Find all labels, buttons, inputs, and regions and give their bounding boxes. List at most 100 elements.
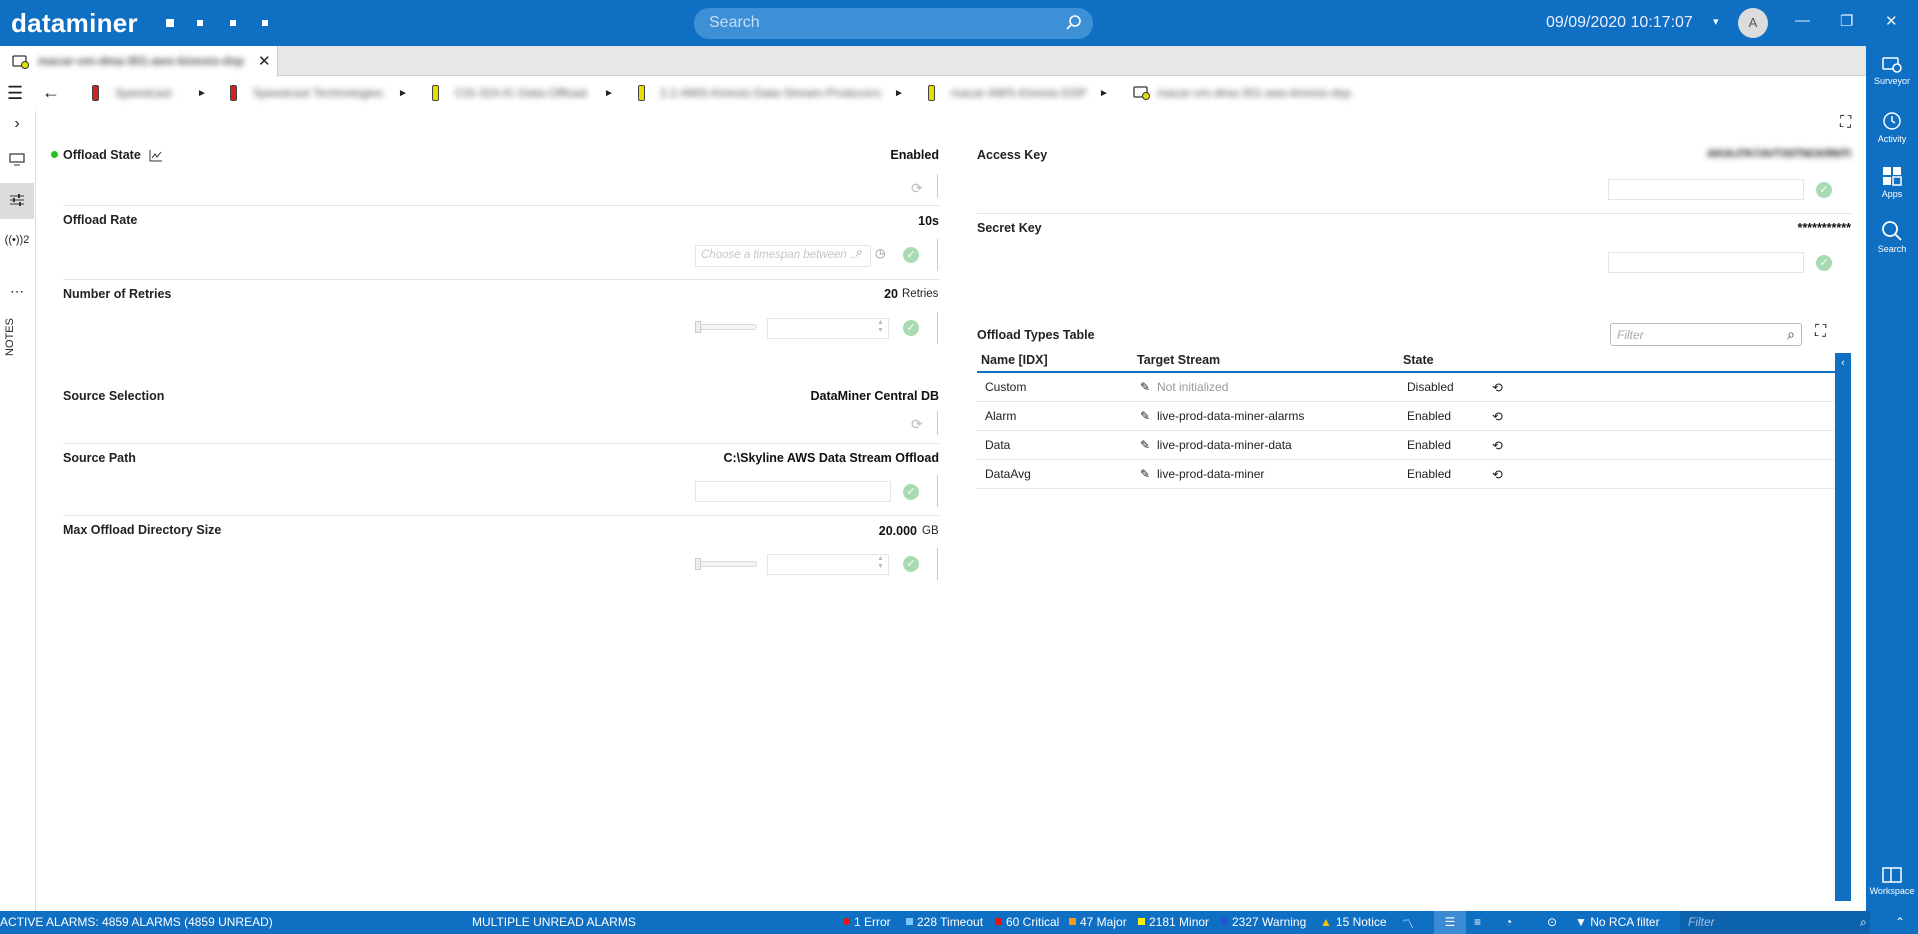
monitor-icon[interactable] bbox=[0, 153, 34, 169]
table-fullscreen-icon[interactable]: ⛶ bbox=[1815, 323, 1826, 341]
alarms-badge-icon[interactable]: ((•))2 bbox=[0, 234, 34, 246]
notes-tab[interactable]: NOTES bbox=[4, 318, 16, 356]
alarm-count-timeout[interactable]: 228 Timeout bbox=[906, 915, 983, 929]
pencil-icon[interactable]: ✎ bbox=[1140, 467, 1150, 481]
refresh-icon[interactable]: ⟳ bbox=[911, 416, 923, 433]
breadcrumb-arrow-icon[interactable]: ► bbox=[398, 88, 408, 99]
breadcrumb-arrow-icon[interactable]: ► bbox=[1099, 88, 1109, 99]
list-view-icon[interactable]: ☰ bbox=[1434, 911, 1466, 934]
search-icon[interactable]: ⌕ bbox=[856, 245, 863, 260]
multiple-unread-text[interactable]: MULTIPLE UNREAD ALARMS bbox=[472, 915, 636, 929]
stepper-icon[interactable]: ▲ ▼ bbox=[877, 555, 884, 571]
fullscreen-icon[interactable]: ⛶ bbox=[1840, 114, 1851, 132]
dir-size-number-input[interactable] bbox=[767, 554, 889, 575]
close-tab-icon[interactable]: ✕ bbox=[258, 52, 271, 70]
app-logo[interactable]: dataminer bbox=[11, 8, 138, 39]
confirm-check-icon[interactable]: ✓ bbox=[903, 556, 919, 572]
trend-chart-icon[interactable] bbox=[149, 149, 163, 162]
slider-handle[interactable] bbox=[695, 321, 701, 333]
alarm-count-critical[interactable]: 60 Critical bbox=[995, 915, 1059, 929]
user-avatar[interactable]: A bbox=[1738, 8, 1768, 38]
view-square-icon[interactable] bbox=[230, 20, 236, 26]
alarm-count-major[interactable]: 47 Major bbox=[1069, 915, 1127, 929]
stepper-icon[interactable]: ▲ ▼ bbox=[877, 319, 884, 335]
timespan-input[interactable]: Choose a timespan between ... bbox=[695, 245, 871, 267]
confirm-check-icon[interactable]: ✓ bbox=[903, 320, 919, 336]
trend-chart-icon[interactable]: 〽 bbox=[1402, 915, 1414, 932]
hamburger-menu-icon[interactable]: ☰ bbox=[7, 83, 23, 104]
collapse-chevron-icon[interactable]: ‹ bbox=[1835, 357, 1851, 369]
alarm-count-warning[interactable]: 2327 Warning bbox=[1221, 915, 1306, 929]
sort-icon[interactable]: ≡ bbox=[1474, 915, 1481, 929]
confirm-check-icon[interactable]: ✓ bbox=[1816, 182, 1832, 198]
rail-activity[interactable]: Activity bbox=[1866, 110, 1918, 144]
rail-apps[interactable]: Apps bbox=[1866, 165, 1918, 199]
breadcrumb-arrow-icon[interactable]: ► bbox=[894, 88, 904, 99]
status-filter-input[interactable]: Filter bbox=[1680, 911, 1870, 934]
alarm-count-notice[interactable]: ▲ 15 Notice bbox=[1320, 915, 1387, 929]
expand-chevron-icon[interactable]: › bbox=[0, 115, 34, 133]
restore-icon[interactable]: ❐ bbox=[1840, 12, 1853, 30]
toggle-state-icon[interactable]: ⟲ bbox=[1492, 467, 1503, 483]
retries-number-input[interactable] bbox=[767, 318, 889, 339]
retries-slider[interactable] bbox=[695, 324, 757, 330]
confirm-check-icon[interactable]: ✓ bbox=[903, 484, 919, 500]
table-row[interactable]: Custom ✎ Not initialized Disabled ⟲ bbox=[977, 373, 1835, 402]
rca-target-icon[interactable]: ⊙ bbox=[1547, 915, 1557, 929]
toggle-state-icon[interactable]: ⟲ bbox=[1492, 409, 1503, 425]
table-filter-input[interactable]: Filter ⌕ bbox=[1610, 323, 1802, 346]
tab-element[interactable]: macar-vm-dma-301-aws-kinesis-dsp ✕ bbox=[0, 46, 278, 77]
view-square-icon[interactable] bbox=[262, 20, 268, 26]
breadcrumb-arrow-icon[interactable]: ► bbox=[197, 88, 207, 99]
pencil-icon[interactable]: ✎ bbox=[1140, 438, 1150, 452]
parameters-sliders-icon[interactable] bbox=[0, 183, 34, 219]
pencil-icon[interactable]: ✎ bbox=[1140, 409, 1150, 423]
breadcrumb-item[interactable]: macar-AWS-Kinesis-DSP bbox=[951, 86, 1087, 100]
rail-surveyor[interactable]: Surveyor bbox=[1866, 56, 1918, 86]
breadcrumb-arrow-icon[interactable]: ► bbox=[604, 88, 614, 99]
alarm-count-minor[interactable]: 2181 Minor bbox=[1138, 915, 1209, 929]
search-icon[interactable]: ⌕ bbox=[1787, 326, 1795, 343]
toggle-state-icon[interactable]: ⟲ bbox=[1492, 380, 1503, 396]
breadcrumb-item[interactable]: macar-vm-dma-301-aws-kinesis-dsp bbox=[1157, 86, 1351, 100]
table-title: Offload Types Table bbox=[977, 328, 1095, 342]
breadcrumb-item[interactable]: CIS-324-IC-Data-Offload bbox=[455, 86, 587, 100]
clock-icon[interactable]: ◷ bbox=[875, 246, 885, 260]
table-row[interactable]: DataAvg ✎ live-prod-data-miner Enabled ⟲ bbox=[977, 460, 1835, 489]
secret-key-input[interactable] bbox=[1608, 252, 1804, 273]
more-icon[interactable]: ⋯ bbox=[0, 283, 34, 300]
search-icon[interactable]: ⌕ bbox=[1860, 915, 1867, 930]
toggle-state-icon[interactable]: ⟲ bbox=[1492, 438, 1503, 454]
active-alarms-text[interactable]: ACTIVE ALARMS: 4859 ALARMS (4859 UNREAD) bbox=[0, 915, 273, 929]
source-path-input[interactable] bbox=[695, 481, 891, 502]
column-header[interactable]: Target Stream bbox=[1137, 353, 1220, 367]
side-details-panel-toggle[interactable]: ‹ bbox=[1835, 353, 1851, 901]
view-square-icon[interactable] bbox=[197, 20, 203, 26]
rail-workspace[interactable]: Workspace bbox=[1866, 866, 1918, 896]
column-header[interactable]: State bbox=[1403, 353, 1434, 367]
clock-dropdown-icon[interactable]: ▾ bbox=[1713, 15, 1719, 28]
close-window-icon[interactable]: ✕ bbox=[1885, 12, 1898, 30]
pencil-icon[interactable]: ✎ bbox=[1140, 380, 1150, 394]
rca-filter[interactable]: ▼ No RCA filter bbox=[1575, 915, 1660, 929]
breadcrumb-item[interactable]: Speedcast Technologies bbox=[253, 86, 383, 100]
global-search-input[interactable]: Search bbox=[694, 8, 1093, 39]
slider-handle[interactable] bbox=[695, 558, 701, 570]
access-key-input[interactable] bbox=[1608, 179, 1804, 200]
minimize-icon[interactable]: — bbox=[1795, 12, 1810, 29]
refresh-icon[interactable]: ⟳ bbox=[911, 180, 923, 197]
breadcrumb-item[interactable]: 2.2-AWS-Kinesis-Data-Stream-Producers bbox=[660, 86, 881, 100]
column-header[interactable]: Name [IDX] bbox=[981, 353, 1048, 367]
dir-size-slider[interactable] bbox=[695, 561, 757, 567]
rail-search[interactable]: Search bbox=[1866, 220, 1918, 254]
confirm-check-icon[interactable]: ✓ bbox=[903, 247, 919, 263]
pie-chart-icon[interactable]: ◔ bbox=[1505, 915, 1512, 929]
confirm-check-icon[interactable]: ✓ bbox=[1816, 255, 1832, 271]
breadcrumb-item[interactable]: Speedcast bbox=[115, 86, 172, 100]
alarm-count-error[interactable]: 1 Error bbox=[843, 915, 891, 929]
view-square-icon[interactable] bbox=[166, 19, 174, 27]
back-arrow-icon[interactable]: ← bbox=[42, 82, 60, 103]
table-row[interactable]: Data ✎ live-prod-data-miner-data Enabled… bbox=[977, 431, 1835, 460]
expand-up-icon[interactable]: ⌃ bbox=[1895, 915, 1905, 929]
table-row[interactable]: Alarm ✎ live-prod-data-miner-alarms Enab… bbox=[977, 402, 1835, 431]
